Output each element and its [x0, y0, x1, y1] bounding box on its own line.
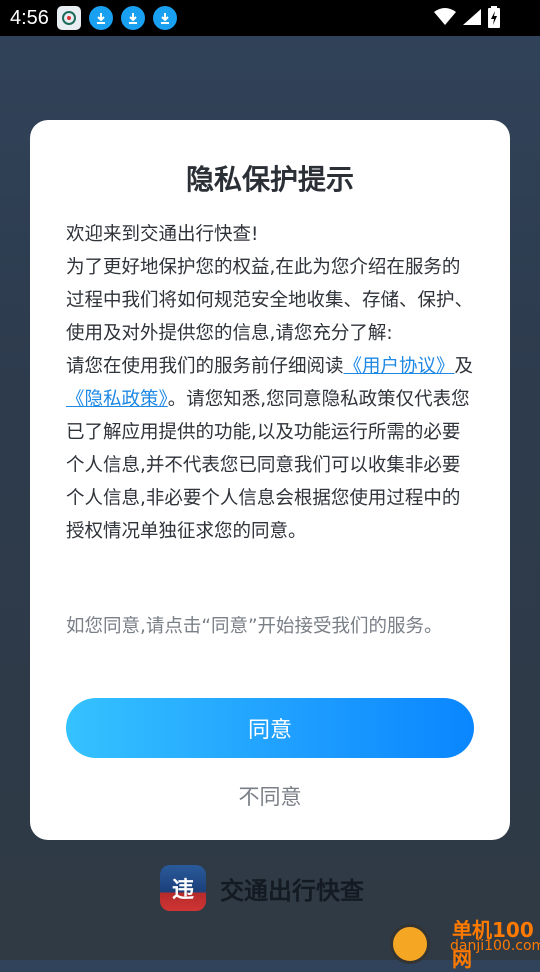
app-brand-name: 交通出行快查: [220, 876, 364, 905]
download-icon: [88, 6, 113, 30]
watermark-url: danji100.com: [450, 938, 540, 954]
site-watermark: 单机100网 danji100.com: [390, 912, 540, 971]
welcome-text: 欢迎来到交通出行快查!: [66, 224, 259, 245]
consent-paragraph: 请您在使用我们的服务前仔细阅读《用户协议》及《隐私政策》。请您知悉,您同意隐私政…: [66, 350, 474, 548]
dialog-hint: 如您同意,请点击“同意”开始接受我们的服务。: [66, 616, 443, 637]
privacy-dialog: 隐私保护提示 欢迎来到交通出行快查! 为了更好地保护您的权益,在此为您介绍在服务…: [30, 120, 510, 840]
system-status-icons: [434, 6, 500, 32]
app-logo-char: 违: [171, 878, 194, 903]
wifi-icon: [434, 8, 456, 30]
notification-icons: [56, 6, 177, 30]
battery-icon: [488, 6, 500, 32]
signal-icon: [462, 8, 482, 30]
dialog-body-scroll[interactable]: 欢迎来到交通出行快查! 为了更好地保护您的权益,在此为您介绍在服务的过程中我们将…: [66, 218, 474, 590]
download-icon: [120, 6, 145, 30]
agree-button[interactable]: 同意: [66, 698, 474, 758]
disagree-button[interactable]: 不同意: [66, 774, 474, 818]
intro-paragraph: 为了更好地保护您的权益,在此为您介绍在服务的过程中我们将如何规范安全地收集、存储…: [66, 257, 474, 344]
status-time: 4:56: [10, 6, 49, 29]
consent-suffix: 。请您知悉,您同意隐私政策仅代表您已了解应用提供的功能,以及功能运行所需的必要个…: [66, 389, 470, 542]
consent-prefix: 请您在使用我们的服务前仔细阅读: [66, 356, 344, 377]
status-bar: 4:56: [0, 0, 540, 36]
and-text: 及: [454, 356, 474, 377]
app-logo-icon: 违: [160, 865, 206, 911]
dialog-title: 隐私保护提示: [185, 163, 354, 196]
privacy-policy-link[interactable]: 《隐私政策》: [66, 389, 168, 410]
app-notification-icon: [56, 6, 81, 30]
watermark-logo-icon: [390, 924, 430, 964]
download-icon: [152, 6, 177, 30]
app-brand: 违 交通出行快查: [160, 865, 364, 911]
user-agreement-link[interactable]: 《用户协议》: [344, 356, 455, 377]
